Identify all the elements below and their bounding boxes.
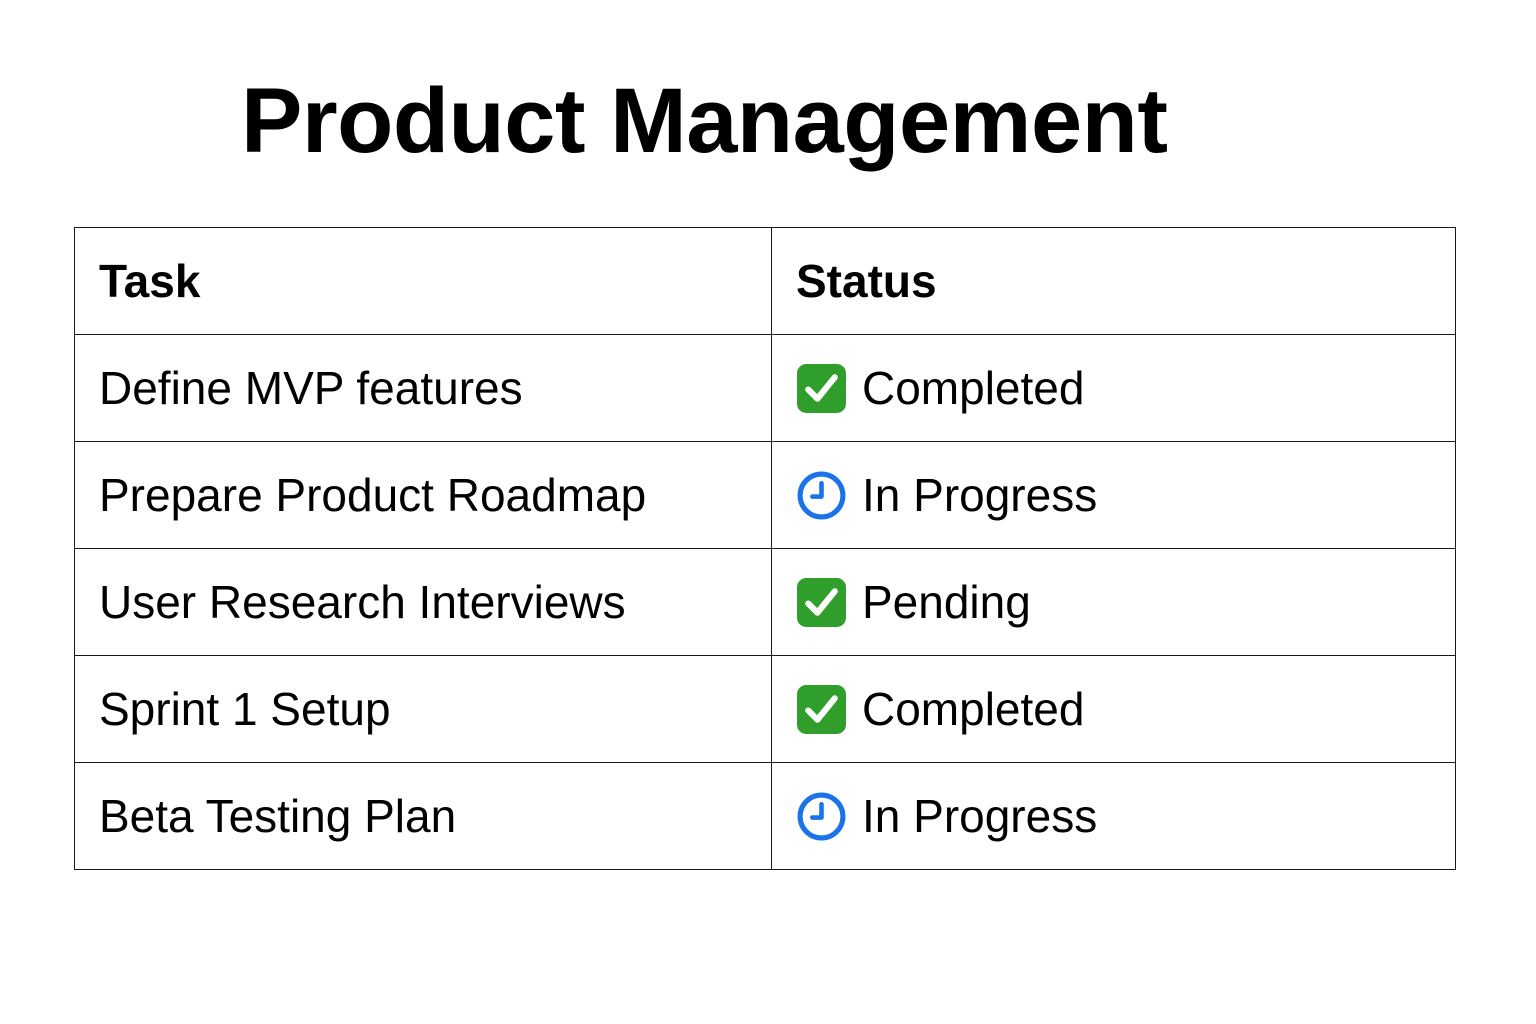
- task-cell: Beta Testing Plan: [74, 762, 772, 870]
- check-mark-icon: [796, 577, 847, 628]
- check-mark-icon: [796, 363, 847, 414]
- status-label: In Progress: [862, 790, 1098, 842]
- page-title: Product Management: [241, 70, 1168, 172]
- table-row: User Research Interviews Pending: [74, 548, 1456, 656]
- task-cell: Sprint 1 Setup: [74, 655, 772, 763]
- task-cell: User Research Interviews: [74, 548, 772, 656]
- clock-icon: [796, 791, 847, 842]
- table-row: Define MVP features Completed: [74, 334, 1456, 442]
- status-label: Completed: [862, 683, 1085, 735]
- task-cell: Prepare Product Roadmap: [74, 441, 772, 549]
- status-label: In Progress: [862, 469, 1098, 521]
- table-header-row: Task Status: [74, 227, 1456, 335]
- task-column-header: Task: [74, 227, 772, 335]
- check-mark-icon: [796, 684, 847, 735]
- table-row: Prepare Product Roadmap In Progress: [74, 441, 1456, 549]
- status-cell: Completed: [771, 334, 1456, 442]
- status-column-header: Status: [771, 227, 1456, 335]
- task-cell: Define MVP features: [74, 334, 772, 442]
- clock-icon: [796, 470, 847, 521]
- status-cell: In Progress: [771, 441, 1456, 549]
- status-label: Completed: [862, 362, 1085, 414]
- table-row: Sprint 1 Setup Completed: [74, 655, 1456, 763]
- status-cell: Completed: [771, 655, 1456, 763]
- status-label: Pending: [862, 576, 1031, 628]
- status-cell: Pending: [771, 548, 1456, 656]
- task-table: Task Status Define MVP features Complete…: [74, 227, 1456, 870]
- table-row: Beta Testing Plan In Progress: [74, 762, 1456, 870]
- status-cell: In Progress: [771, 762, 1456, 870]
